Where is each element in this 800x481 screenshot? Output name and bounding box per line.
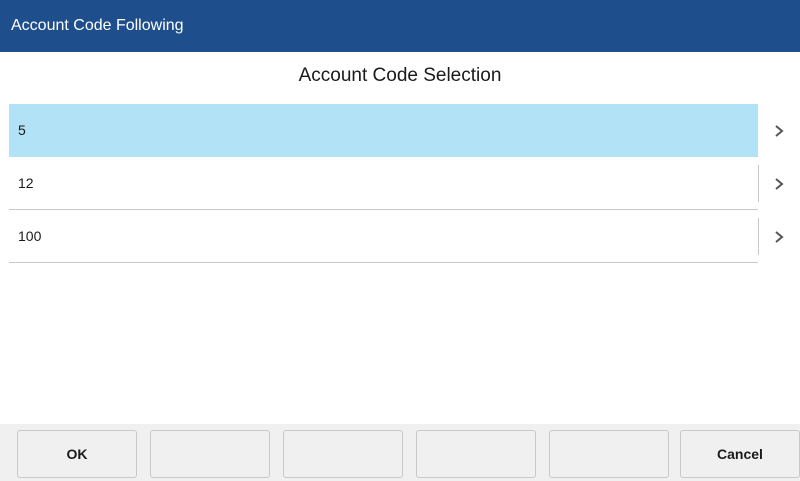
softkey-bar: OK Cancel xyxy=(0,424,800,481)
list-item-label[interactable]: 12 xyxy=(9,157,758,210)
softkey-2-button[interactable] xyxy=(150,430,270,478)
window-title: Account Code Following xyxy=(11,17,184,34)
chevron-right-icon xyxy=(775,231,784,243)
ok-button[interactable]: OK xyxy=(17,430,137,478)
chevron-right-icon xyxy=(775,178,784,190)
account-code-list: 5 12 100 xyxy=(9,104,800,263)
page-heading: Account Code Selection xyxy=(298,65,502,86)
cancel-button[interactable]: Cancel xyxy=(680,430,800,478)
list-item-detail-button[interactable] xyxy=(759,210,800,263)
list-item-label[interactable]: 100 xyxy=(9,210,758,263)
title-bar: Account Code Following xyxy=(0,0,800,52)
chevron-right-icon xyxy=(775,125,784,137)
softkey-3-button[interactable] xyxy=(283,430,403,478)
list-item[interactable]: 100 xyxy=(9,210,800,263)
softkey-4-button[interactable] xyxy=(416,430,536,478)
softkey-5-button[interactable] xyxy=(549,430,669,478)
list-item[interactable]: 5 xyxy=(9,104,800,157)
list-item-detail-button[interactable] xyxy=(759,157,800,210)
list-item[interactable]: 12 xyxy=(9,157,800,210)
list-item-label[interactable]: 5 xyxy=(9,104,758,157)
list-item-detail-button[interactable] xyxy=(759,104,800,157)
